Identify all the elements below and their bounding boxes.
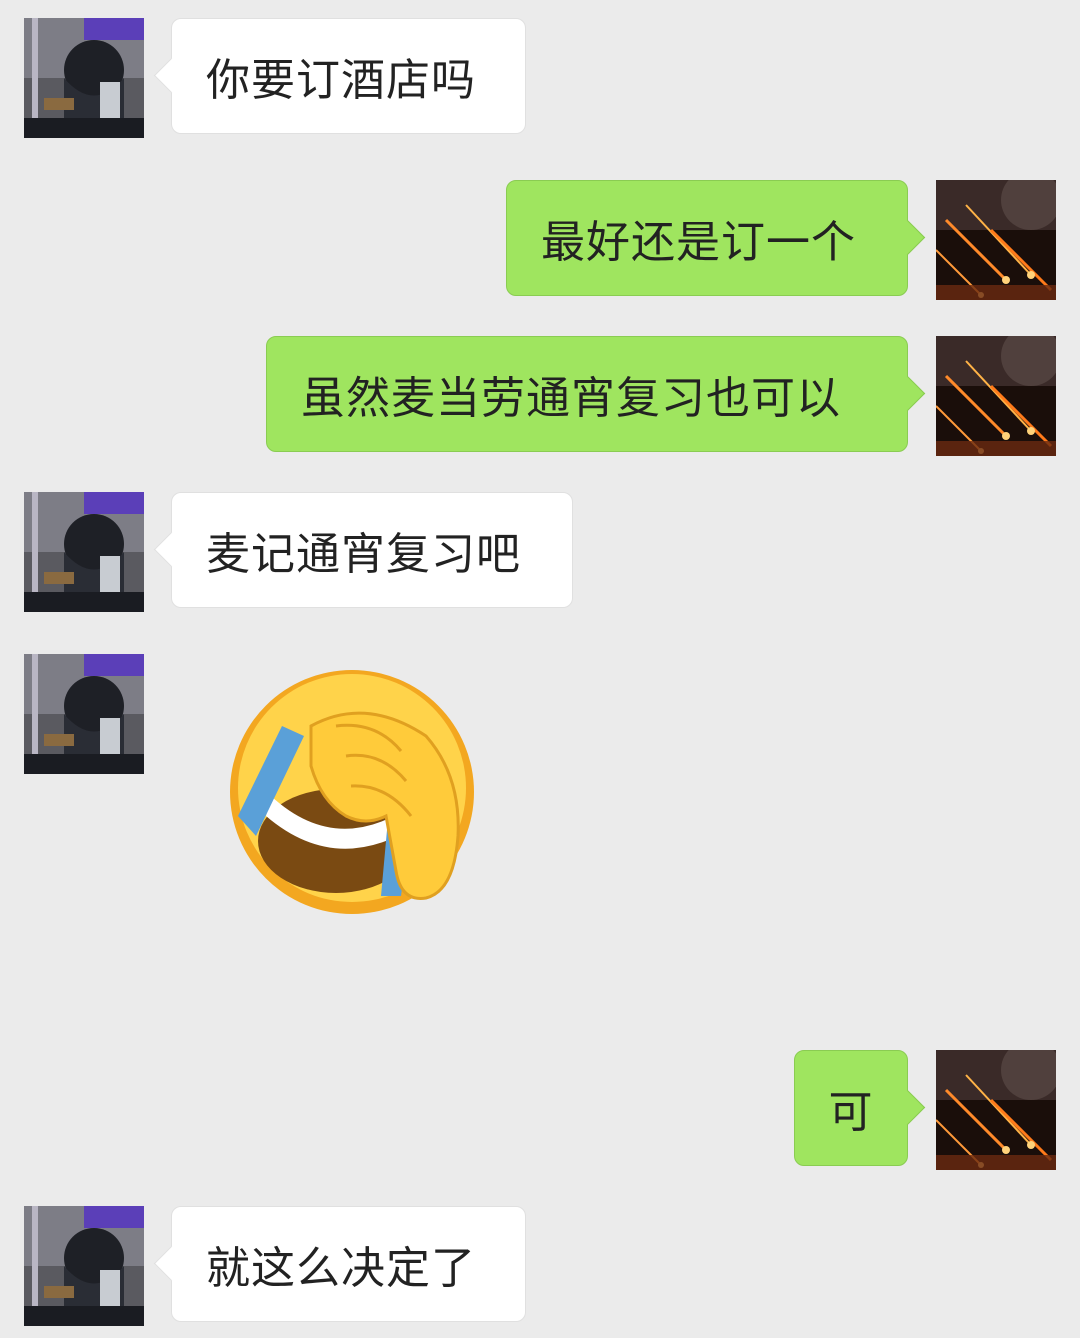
contact-avatar[interactable]: [24, 492, 144, 612]
message-text: 就这么决定了: [206, 1243, 476, 1294]
message-bubble-incoming[interactable]: 麦记通宵复习吧: [171, 492, 573, 608]
contact-avatar[interactable]: [24, 654, 144, 774]
message-text: 可: [828, 1087, 874, 1138]
message-text: 最好还是订一个: [541, 217, 856, 268]
message-bubble-incoming[interactable]: 你要订酒店吗: [171, 18, 526, 134]
user-avatar[interactable]: [936, 336, 1056, 456]
message-text: 麦记通宵复习吧: [206, 529, 521, 580]
facepalm-laugh-emoji[interactable]: [226, 666, 478, 918]
message-text: 你要订酒店吗: [206, 55, 476, 106]
user-avatar[interactable]: [936, 1050, 1056, 1170]
message-bubble-incoming[interactable]: 就这么决定了: [171, 1206, 526, 1322]
message-bubble-outgoing[interactable]: 最好还是订一个: [506, 180, 908, 296]
contact-avatar[interactable]: [24, 18, 144, 138]
message-text: 虽然麦当劳通宵复习也可以: [301, 373, 841, 424]
message-bubble-outgoing[interactable]: 可: [794, 1050, 908, 1166]
contact-avatar[interactable]: [24, 1206, 144, 1326]
message-bubble-outgoing[interactable]: 虽然麦当劳通宵复习也可以: [266, 336, 908, 452]
user-avatar[interactable]: [936, 180, 1056, 300]
